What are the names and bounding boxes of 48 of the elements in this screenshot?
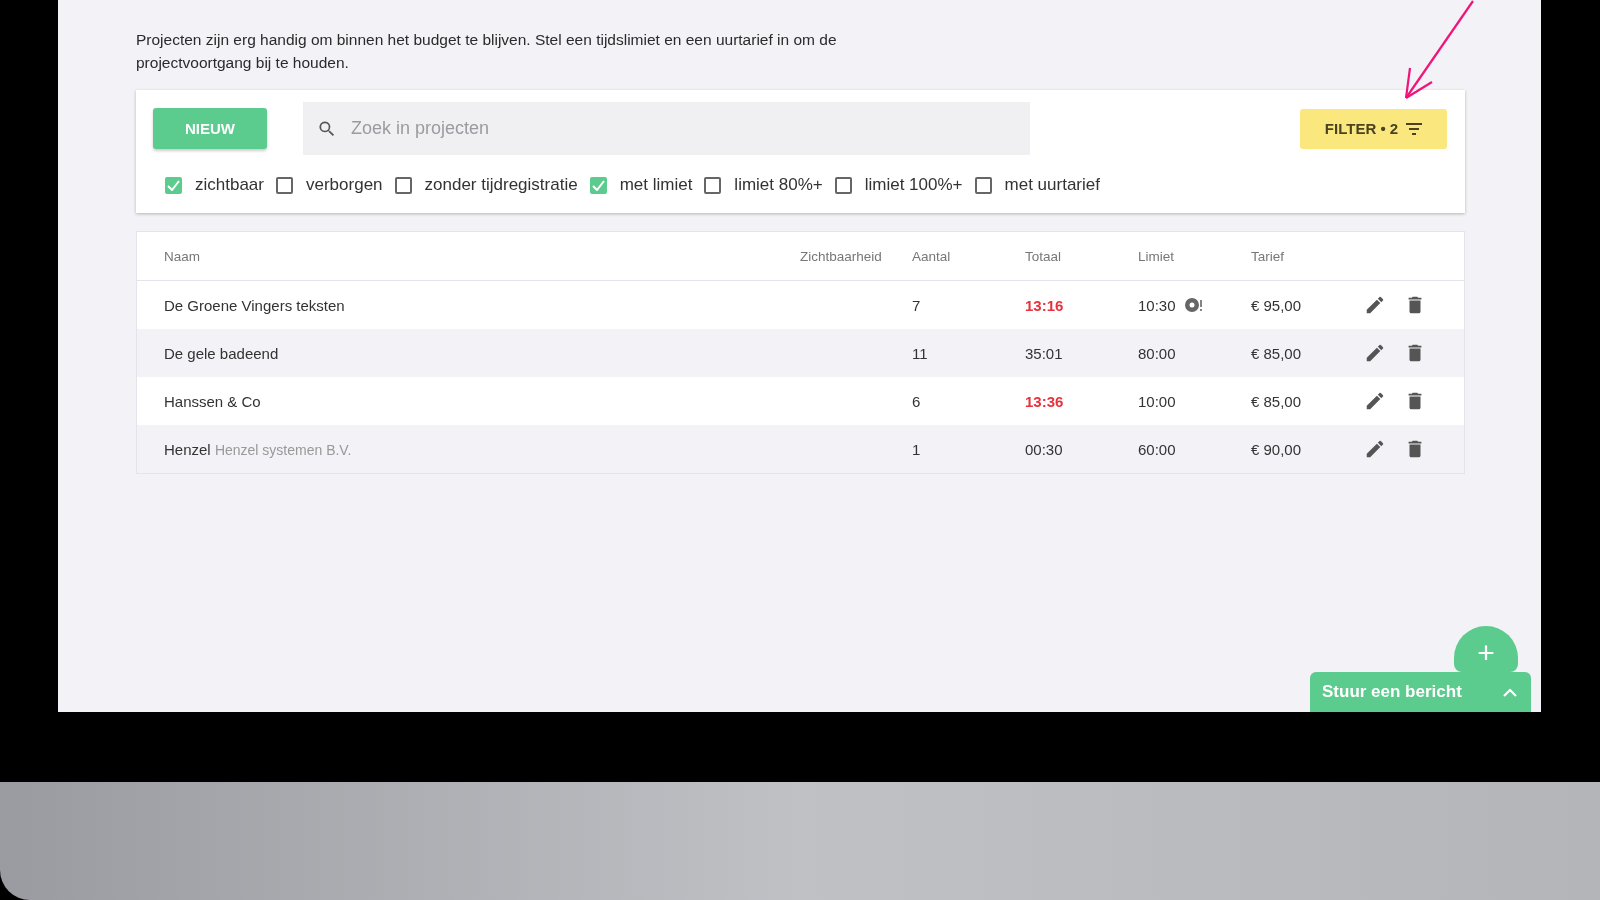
filter-checkbox[interactable]: limiet 100%+ <box>834 175 963 195</box>
total-cell-text: 35:01 <box>1025 344 1064 362</box>
client-name: Henzel systemen B.V. <box>214 441 352 458</box>
filter-button[interactable]: FILTER • 2 <box>1300 108 1447 149</box>
project-name: De Groene Vingers teksten <box>164 296 346 314</box>
check-icon <box>591 179 605 191</box>
total-cell-text: 00:30 <box>1025 440 1064 458</box>
total-cell-text: 13:36 <box>1025 392 1065 410</box>
chevron-up-icon <box>1503 687 1517 697</box>
rate-cell-text: € 85,00 <box>1251 392 1303 410</box>
column-header: Naam <box>164 248 201 264</box>
total-cell-text: 13:16 <box>1025 296 1065 314</box>
pencil-icon[interactable] <box>1364 390 1386 412</box>
table-row[interactable]: De gele badeend 11 35:01 80:00 € 85,00 <box>137 329 1464 377</box>
filter-checkbox[interactable]: met uurtarief <box>974 175 1100 195</box>
project-name: Henzel Henzel systemen B.V. <box>164 440 353 458</box>
limit-cell: 10:00 <box>1138 392 1176 410</box>
limit-cell: 80:00 <box>1138 344 1176 362</box>
filter-checkbox[interactable]: verborgen <box>276 175 383 195</box>
filter-checkbox[interactable]: limiet 80%+ <box>704 175 823 195</box>
pencil-icon[interactable] <box>1364 294 1386 316</box>
rate-cell-text: € 95,00 <box>1251 296 1303 314</box>
pencil-icon[interactable] <box>1364 438 1386 460</box>
filter-checkbox[interactable]: zonder tijdregistratie <box>394 175 578 195</box>
table-row[interactable]: De Groene Vingers teksten 7 13:16 10:30 € 95,00 <box>137 281 1464 329</box>
count-cell-text: 7 <box>912 296 922 314</box>
column-header: Tarief <box>1251 248 1285 264</box>
count-cell-text: 1 <box>912 440 922 458</box>
filter-icon <box>1406 122 1423 135</box>
pencil-icon[interactable] <box>1364 342 1386 364</box>
column-header: Totaal <box>1025 248 1063 264</box>
count-cell-text: 6 <box>912 392 922 410</box>
limit-cell: 60:00 <box>1138 440 1176 458</box>
column-header: Zichtbaarheid <box>800 248 883 264</box>
intro-text: Projecten zijn erg handig om binnen het budget te blijven. Stel een tijdslimiet en een uurtarief in om de projectvoortgang bij te houden. <box>136 30 838 73</box>
count-cell-text: 11 <box>912 344 929 362</box>
table-row[interactable]: Henzel Henzel systemen B.V. 1 00:30 60:00 € 90,00 <box>137 425 1464 473</box>
filter-checkbox[interactable]: zichtbaar <box>165 175 264 195</box>
column-header: Limiet <box>1138 248 1175 264</box>
check-icon <box>167 179 180 191</box>
limit-cell: 10:30 <box>1138 296 1176 314</box>
project-name: De gele badeend <box>164 344 280 362</box>
column-header: Aantal <box>912 248 952 264</box>
rate-cell-text: € 85,00 <box>1251 344 1303 362</box>
filter-checkbox[interactable]: met limiet <box>589 175 693 195</box>
table-row[interactable]: Hanssen & Co 6 13:36 10:00 € 85,00 <box>137 377 1464 425</box>
rate-cell-text: € 90,00 <box>1251 440 1303 458</box>
project-name: Hanssen & Co <box>164 392 262 410</box>
